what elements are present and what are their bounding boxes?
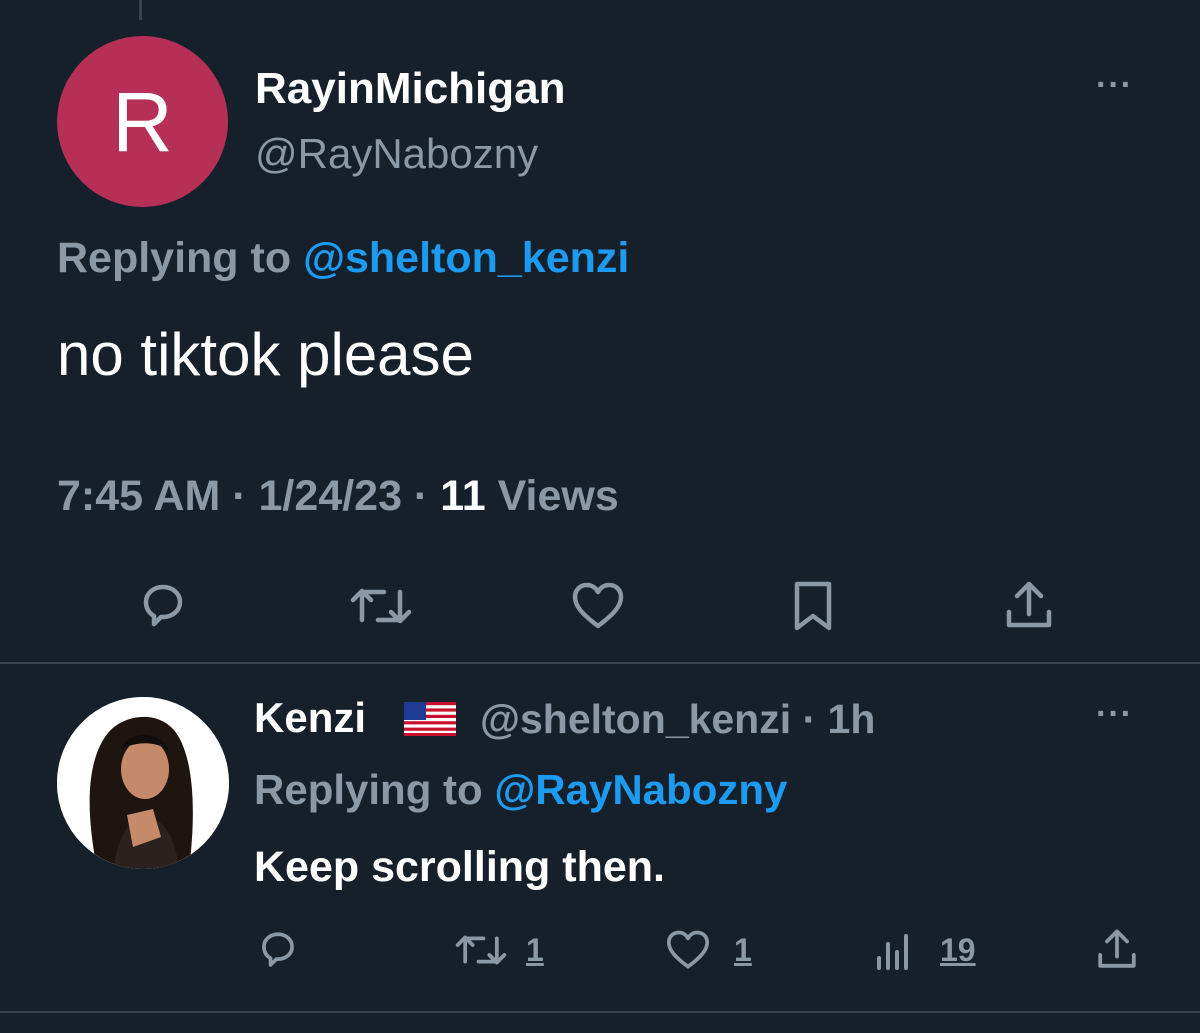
thread-line xyxy=(139,0,142,20)
avatar[interactable] xyxy=(57,697,229,869)
like-icon[interactable] xyxy=(665,930,711,970)
reply-icon[interactable] xyxy=(134,580,192,632)
views-count[interactable]: 11 xyxy=(440,472,485,520)
tweet-text: Keep scrolling then. xyxy=(254,843,665,891)
us-flag-icon xyxy=(404,702,456,741)
tweet-text: no tiktok please xyxy=(57,321,474,388)
tweet-age[interactable]: · 1h xyxy=(791,696,876,742)
display-name[interactable]: RayinMichigan xyxy=(255,64,566,114)
replying-handle-link[interactable]: @shelton_kenzi xyxy=(303,234,629,282)
more-options-icon[interactable]: ··· xyxy=(1096,66,1133,105)
more-options-icon[interactable]: ··· xyxy=(1096,695,1133,734)
avatar-letter: R xyxy=(112,74,173,169)
replying-to: Replying to @shelton_kenzi xyxy=(57,234,629,283)
divider xyxy=(0,662,1200,664)
user-handle-and-age: @shelton_kenzi · 1h xyxy=(480,696,875,743)
share-icon[interactable] xyxy=(1096,928,1138,970)
like-count[interactable]: 1 xyxy=(734,932,752,969)
replying-handle-link[interactable]: @RayNabozny xyxy=(494,766,787,813)
views-count[interactable]: 19 xyxy=(940,932,976,969)
bookmark-icon[interactable] xyxy=(793,580,833,632)
like-icon[interactable] xyxy=(571,582,625,630)
reply-icon[interactable] xyxy=(254,928,302,972)
divider xyxy=(0,1011,1200,1013)
views-label[interactable]: Views xyxy=(486,472,619,520)
meta-separator: · xyxy=(220,472,259,520)
meta-separator: · xyxy=(401,472,441,520)
avatar-photo xyxy=(57,697,229,869)
views-icon[interactable] xyxy=(874,932,914,972)
tweet-meta: 7:45 AM · 1/24/23 · 11 Views xyxy=(57,472,619,521)
tweet-time[interactable]: 7:45 AM xyxy=(57,472,220,520)
retweet-icon[interactable] xyxy=(455,930,507,970)
retweet-icon[interactable] xyxy=(350,582,412,630)
tweet-date[interactable]: 1/24/23 xyxy=(259,472,402,520)
replying-prefix: Replying to xyxy=(57,234,292,282)
user-handle[interactable]: @RayNabozny xyxy=(255,130,538,178)
replying-to: Replying to @RayNabozny xyxy=(254,766,787,814)
replying-prefix: Replying to xyxy=(254,766,483,813)
user-handle[interactable]: @shelton_kenzi xyxy=(480,696,791,742)
retweet-count[interactable]: 1 xyxy=(526,932,544,969)
display-name[interactable]: Kenzi xyxy=(254,694,366,742)
avatar[interactable]: R xyxy=(57,36,228,207)
share-icon[interactable] xyxy=(1004,580,1054,630)
